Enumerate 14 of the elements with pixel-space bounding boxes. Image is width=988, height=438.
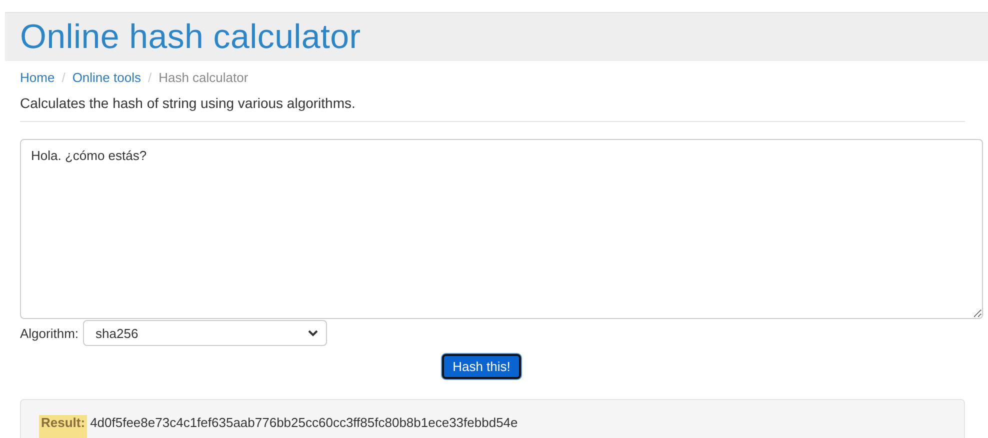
result-value: 4d0f5fee8e73c4c1fef635aab776bb25cc60cc3ff85fc80b8b1ece33febbd54e xyxy=(90,415,518,432)
algorithm-label: Algorithm: xyxy=(20,326,79,340)
page-title: Online hash calculator xyxy=(20,18,361,56)
input-field[interactable]: Hola. ¿cómo estás? xyxy=(20,139,983,319)
breadcrumb-link[interactable]: Home xyxy=(20,70,55,85)
result-label: Result: xyxy=(39,415,88,438)
breadcrumb-separator: / xyxy=(62,70,66,85)
breadcrumb-current: Hash calculator xyxy=(158,70,248,85)
chevron-down-icon xyxy=(308,330,318,336)
hash-button[interactable]: Hash this! xyxy=(442,354,522,379)
breadcrumb-link[interactable]: Online tools xyxy=(72,70,141,85)
algorithm-select[interactable]: sha256 xyxy=(82,320,327,346)
description: Calculates the hash of string using various algorithms. xyxy=(20,95,356,111)
breadcrumb-separator: / xyxy=(148,70,152,85)
